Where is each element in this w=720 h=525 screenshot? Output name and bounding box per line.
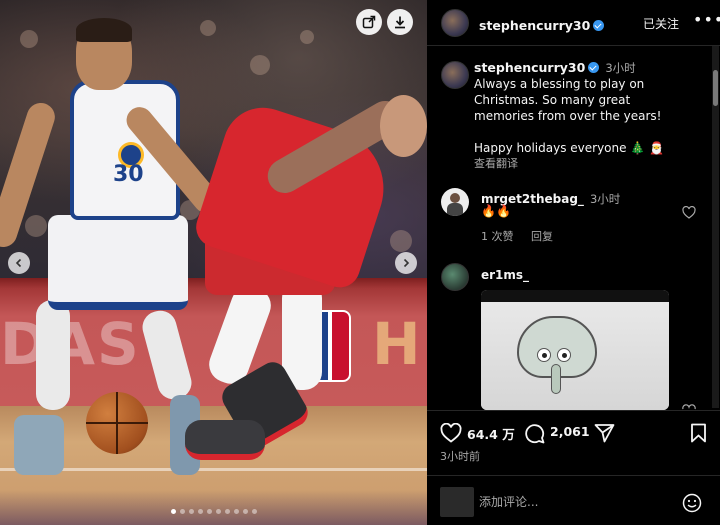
caption-line: Christmas. So many great	[474, 93, 631, 107]
comment-likes-count[interactable]: 1 次赞	[481, 230, 514, 243]
more-options-icon[interactable]: •••	[693, 10, 720, 29]
scrollbar-thumb[interactable]	[713, 70, 718, 106]
commenter-avatar[interactable]	[441, 263, 469, 291]
commenter-avatar[interactable]	[441, 188, 469, 216]
author-avatar[interactable]	[441, 9, 469, 37]
ad-board-text-right: H	[372, 310, 421, 378]
carousel-dot	[170, 509, 176, 514]
carousel-dot	[233, 509, 239, 514]
following-button[interactable]: 已关注	[643, 15, 679, 32]
reply-button[interactable]: 回复	[531, 230, 553, 243]
verified-badge-icon	[588, 62, 600, 73]
comment-input[interactable]	[479, 492, 669, 512]
caption-line: Always a blessing to play on	[474, 77, 645, 91]
carousel-dot	[224, 509, 230, 514]
author-name-block: stephencurry30	[479, 15, 605, 34]
caption-time: 3小时	[605, 61, 636, 75]
carousel-dot	[206, 509, 212, 514]
add-comment-bar	[427, 475, 720, 525]
post-actions: 64.4 万 2,061 3小时前	[427, 410, 720, 470]
court-reflection	[0, 490, 427, 525]
see-translation-link[interactable]: 查看翻译	[474, 155, 518, 171]
share-send-icon[interactable]	[594, 423, 615, 443]
court-line	[0, 468, 427, 471]
comment-like-icon[interactable]	[682, 206, 696, 219]
like-heart-icon[interactable]	[440, 423, 462, 443]
caption-line: Happy holidays everyone	[474, 141, 627, 155]
caption-avatar[interactable]	[441, 61, 469, 89]
post-caption: stephencurry30 3小时 Always a blessing to p…	[474, 60, 704, 156]
download-button[interactable]	[387, 9, 413, 35]
carousel-dot	[215, 509, 221, 514]
emoji-icon[interactable]	[682, 493, 702, 513]
likes-count[interactable]: 64.4 万	[467, 424, 515, 443]
comment-bubble-icon[interactable]	[524, 423, 545, 444]
bookmark-icon[interactable]	[690, 423, 707, 443]
author-username[interactable]: stephencurry30	[479, 18, 590, 33]
post-media[interactable]: DAS H 30	[0, 0, 427, 525]
download-icon	[395, 16, 405, 29]
player-shoe	[185, 420, 265, 460]
carousel-dot	[242, 509, 248, 514]
ad-board-text-left: DAS	[0, 310, 141, 378]
carousel-dot	[197, 509, 203, 514]
comment-item: er1ms_	[481, 264, 529, 283]
post-header: stephencurry30 已关注 •••	[427, 0, 720, 46]
caption-username[interactable]: stephencurry30	[474, 60, 585, 75]
current-user-avatar	[440, 487, 474, 517]
comment-text: 🔥🔥	[481, 204, 511, 218]
comment-username[interactable]: er1ms_	[481, 268, 529, 282]
carousel-indicator	[0, 509, 427, 514]
carousel-dot	[251, 509, 257, 514]
comment-meta: 1 次赞 回复	[481, 228, 553, 244]
player-shoe	[14, 415, 64, 475]
verified-badge-icon	[593, 20, 605, 31]
caption-emojis: 🎄 🎅	[630, 141, 665, 155]
open-external-button[interactable]	[356, 9, 382, 35]
open-external-icon	[362, 15, 376, 29]
jersey-number: 30	[113, 162, 144, 187]
carousel-next-button[interactable]	[395, 252, 417, 274]
caption-line: memories from over the years!	[474, 109, 662, 123]
post-side-panel: stephencurry30 已关注 ••• stephencurry30 3小时…	[427, 0, 720, 525]
comment-gif[interactable]	[481, 290, 669, 410]
carousel-prev-button[interactable]	[8, 252, 30, 274]
chevron-left-icon	[15, 258, 22, 268]
comments-count[interactable]: 2,061	[550, 424, 590, 439]
comment-time: 3小时	[589, 192, 621, 206]
chevron-right-icon	[403, 258, 410, 268]
post-timestamp: 3小时前	[440, 450, 480, 463]
carousel-dot	[179, 509, 185, 514]
carousel-dot	[188, 509, 194, 514]
